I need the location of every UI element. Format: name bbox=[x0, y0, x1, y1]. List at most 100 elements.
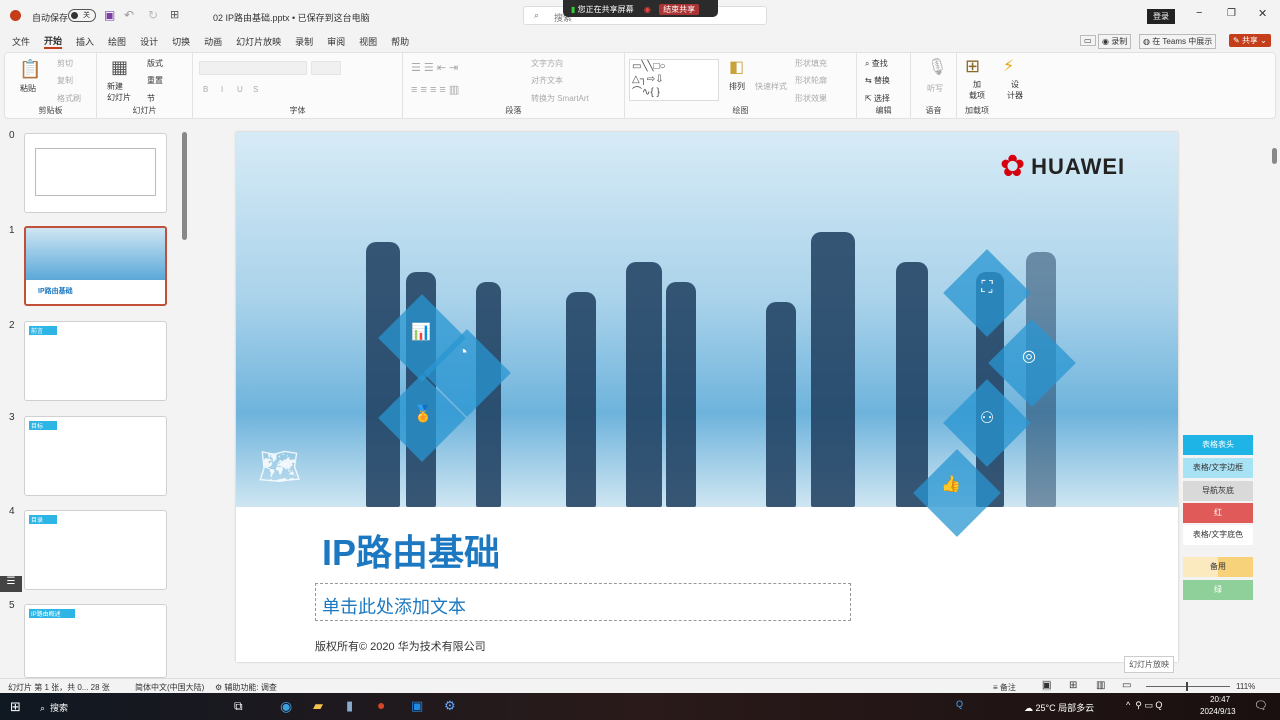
layout-button[interactable]: 版式 bbox=[147, 58, 163, 69]
shape-fill-button[interactable]: 形状填充 bbox=[795, 58, 827, 69]
align-text-button[interactable]: 对齐文本 bbox=[531, 75, 563, 86]
tab-review[interactable]: 审阅 bbox=[327, 35, 345, 48]
accessibility-button[interactable]: ⚙ 辅助功能: 调查 bbox=[215, 682, 277, 693]
file-explorer-icon[interactable]: ▰ bbox=[313, 698, 323, 714]
notification-icon[interactable]: 🗨 bbox=[1254, 699, 1268, 712]
slideshow-icon[interactable]: ▭ bbox=[1122, 680, 1131, 691]
thumbnail-scrollbar[interactable] bbox=[182, 132, 187, 240]
text-direction-button[interactable]: 文字方向 bbox=[531, 58, 563, 69]
replace-button[interactable]: ⇆ 替换 bbox=[865, 75, 890, 86]
qq-icon[interactable]: Q bbox=[956, 699, 963, 709]
format-painter-button[interactable]: 格式刷 bbox=[57, 93, 81, 104]
tab-home[interactable]: 开始 bbox=[44, 34, 63, 49]
app-icon[interactable]: ▣ bbox=[411, 698, 423, 714]
shadow-button[interactable]: S bbox=[253, 85, 258, 94]
microphone-icon[interactable]: 🎙 bbox=[927, 57, 947, 77]
windows-start-icon[interactable]: ⊞ bbox=[10, 699, 21, 715]
arrange-button[interactable]: 排列 bbox=[729, 81, 745, 92]
clock-date[interactable]: 2024/9/13 bbox=[1200, 707, 1236, 716]
undo-icon[interactable]: ↶ bbox=[124, 8, 134, 22]
notepad-icon[interactable]: ▮ bbox=[346, 698, 353, 714]
tab-view[interactable]: 视图 bbox=[359, 35, 377, 48]
arrange-icon[interactable]: ◧ bbox=[729, 57, 744, 77]
tab-record[interactable]: 录制 bbox=[295, 35, 313, 48]
record-button[interactable]: ◉ 录制 bbox=[1098, 34, 1132, 49]
reading-view-icon[interactable]: ▥ bbox=[1096, 680, 1105, 691]
tab-design[interactable]: 设计 bbox=[140, 35, 158, 48]
restore-button[interactable]: ❐ bbox=[1227, 8, 1236, 19]
thumbnail-slide-1[interactable]: IP路由基础 bbox=[24, 226, 167, 306]
palette-table-header[interactable]: 表格表头 bbox=[1183, 435, 1253, 455]
thumbnail-slide-2[interactable]: 前言 bbox=[24, 321, 167, 401]
designer-button[interactable]: 设 计器 bbox=[1007, 79, 1023, 101]
quick-styles-button[interactable]: 快速样式 bbox=[755, 81, 787, 92]
bold-button[interactable]: B bbox=[203, 85, 208, 94]
signin-button[interactable]: 登录 bbox=[1147, 9, 1175, 24]
shape-outline-button[interactable]: 形状轮廓 bbox=[795, 75, 827, 86]
palette-table-border[interactable]: 表格/文字边框 bbox=[1183, 458, 1253, 478]
slide-title[interactable]: IP路由基础 bbox=[322, 524, 500, 576]
tray-icons[interactable]: ^ ⚲ ▭ Q bbox=[1126, 700, 1162, 711]
dictate-button[interactable]: 听写 bbox=[927, 83, 943, 94]
palette-nav-gray[interactable]: 导航灰底 bbox=[1183, 481, 1253, 501]
present-icon[interactable]: ⊞ bbox=[170, 8, 179, 21]
tab-animations[interactable]: 动画 bbox=[204, 35, 222, 48]
normal-view-icon[interactable]: ▣ bbox=[1042, 680, 1052, 691]
cut-button[interactable]: 剪切 bbox=[57, 58, 73, 69]
tab-draw[interactable]: 绘图 bbox=[108, 35, 126, 48]
tab-insert[interactable]: 插入 bbox=[76, 35, 94, 48]
redo-icon[interactable]: ↻ bbox=[148, 8, 158, 22]
shapes-gallery[interactable]: ▭╲╲□○ △┐⇨⇩ ⌒∿{ } bbox=[629, 59, 719, 101]
underline-button[interactable]: U bbox=[237, 85, 243, 94]
task-view-icon[interactable]: ⧉ bbox=[234, 699, 243, 714]
copy-button[interactable]: 复制 bbox=[57, 75, 73, 86]
filename[interactable]: 02 IP路由基础.pptx • 已保存到这台电脑 bbox=[213, 11, 370, 24]
share-button[interactable]: ✎ 共享 ⌄ bbox=[1229, 34, 1271, 47]
outline-toggle-icon[interactable]: ☰ bbox=[0, 576, 22, 592]
taskbar-search[interactable]: ⌕ 搜索 bbox=[40, 701, 68, 714]
subtitle-placeholder[interactable]: 单击此处添加文本 bbox=[315, 583, 851, 621]
new-slide-button[interactable]: 新建 幻灯片 bbox=[107, 81, 131, 103]
tab-transitions[interactable]: 切换 bbox=[172, 35, 190, 48]
reset-button[interactable]: 重置 bbox=[147, 75, 163, 86]
powerpoint-taskbar-icon[interactable]: ● bbox=[377, 697, 385, 713]
addins-button[interactable]: 加 载项 bbox=[969, 79, 985, 101]
zoom-slider[interactable] bbox=[1146, 682, 1230, 691]
palette-table-bg[interactable]: 表格/文字底色 bbox=[1183, 525, 1253, 545]
select-button[interactable]: ⇱ 选择 bbox=[865, 93, 890, 104]
thumbnail-slide-5[interactable]: IP路由概述 bbox=[24, 604, 167, 678]
edge-icon[interactable]: ◉ bbox=[280, 698, 292, 715]
slide-scrollbar[interactable] bbox=[1272, 148, 1277, 164]
network-tool-icon[interactable]: ⚙ bbox=[444, 698, 456, 714]
align-icons[interactable]: ≡ ≡ ≡ ≡ ▥ bbox=[411, 83, 459, 96]
zoom-level[interactable]: 111% bbox=[1236, 682, 1255, 691]
notes-button[interactable]: ≡ 备注 bbox=[993, 682, 1016, 693]
clock-time[interactable]: 20:47 bbox=[1210, 695, 1230, 704]
paste-icon[interactable]: 📋 bbox=[19, 59, 41, 80]
thumbnail-slide-0[interactable] bbox=[24, 133, 167, 213]
language[interactable]: 简体中文(中国大陆) bbox=[135, 682, 204, 693]
thumbnail-slide-4[interactable]: 目录 bbox=[24, 510, 167, 590]
find-button[interactable]: ⌕ 查找 bbox=[865, 58, 888, 69]
new-slide-icon[interactable]: ▦ bbox=[111, 57, 128, 78]
italic-button[interactable]: I bbox=[221, 85, 223, 94]
shape-effects-button[interactable]: 形状效果 bbox=[795, 93, 827, 104]
addins-icon[interactable]: ⊞ bbox=[965, 56, 980, 77]
section-button[interactable]: 节 bbox=[147, 93, 155, 104]
thumbnail-slide-3[interactable]: 目标 bbox=[24, 416, 167, 496]
palette-spare[interactable]: 备用 bbox=[1183, 557, 1253, 577]
minimize-button[interactable]: − bbox=[1196, 7, 1202, 19]
palette-red[interactable]: 红 bbox=[1183, 503, 1253, 523]
stop-share-button[interactable]: 结束共享 bbox=[659, 4, 700, 15]
close-button[interactable]: ✕ bbox=[1258, 7, 1267, 20]
font-name-dropdown[interactable] bbox=[199, 61, 307, 75]
bullets-icon[interactable]: ☰ ☰ ⇤ ⇥ bbox=[411, 61, 458, 74]
autosave-toggle[interactable]: 关 bbox=[68, 9, 96, 22]
teams-button[interactable]: ◍ 在 Teams 中展示 bbox=[1139, 34, 1217, 49]
smartart-button[interactable]: 转换为 SmartArt bbox=[531, 93, 589, 104]
paste-button[interactable]: 粘贴 bbox=[20, 83, 36, 94]
tab-file[interactable]: 文件 bbox=[12, 35, 30, 48]
tab-help[interactable]: 帮助 bbox=[391, 35, 409, 48]
tab-slideshow[interactable]: 幻灯片放映 bbox=[236, 35, 281, 48]
weather[interactable]: ☁ 25°C 局部多云 bbox=[1024, 701, 1094, 714]
